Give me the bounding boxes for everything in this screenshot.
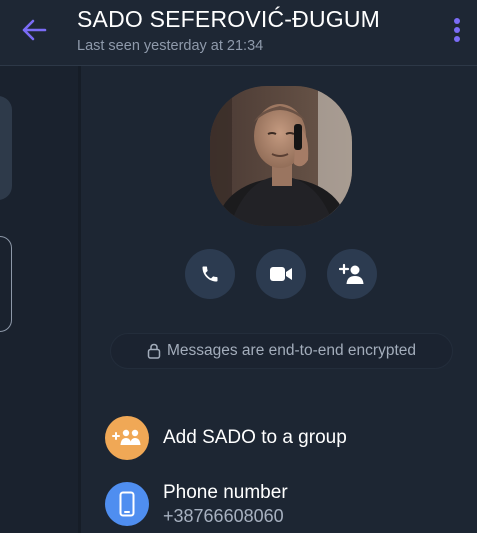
group-add-icon-badge xyxy=(105,416,149,460)
encryption-notice[interactable]: Messages are end-to-end encrypted xyxy=(110,333,453,369)
group-add-icon xyxy=(112,429,141,445)
add-to-group-item[interactable]: Add SADO to a group xyxy=(105,416,465,462)
mobile-phone-icon xyxy=(119,491,135,517)
add-person-icon xyxy=(339,263,364,284)
encryption-notice-text: Messages are end-to-end encrypted xyxy=(166,342,416,359)
quick-actions xyxy=(185,249,377,299)
add-participant-button[interactable] xyxy=(327,249,377,299)
more-vertical-icon xyxy=(454,18,460,42)
avatar-photo xyxy=(210,86,352,226)
panel-divider xyxy=(78,66,81,533)
arrow-left-icon xyxy=(22,19,47,41)
add-to-group-label: Add SADO to a group xyxy=(163,427,347,448)
video-camera-icon xyxy=(270,267,292,281)
back-button[interactable] xyxy=(18,14,50,46)
contact-name[interactable]: SADO SEFEROVIĆ-ĐUGUM xyxy=(77,6,380,33)
chat-header: SADO SEFEROVIĆ-ĐUGUM Last seen yesterday… xyxy=(0,0,477,66)
video-call-button[interactable] xyxy=(256,249,306,299)
phone-number-value[interactable]: +38766608060 xyxy=(163,506,284,527)
phone-number-item[interactable]: Phone number +38766608060 xyxy=(105,482,465,530)
phone-number-label: Phone number xyxy=(163,482,288,503)
side-panel-card-outlined[interactable] xyxy=(0,236,12,332)
more-options-button[interactable] xyxy=(446,14,468,46)
side-panel-card[interactable] xyxy=(0,96,12,200)
voice-call-button[interactable] xyxy=(185,249,235,299)
contact-avatar[interactable] xyxy=(210,86,352,226)
mobile-phone-icon-badge xyxy=(105,482,149,526)
last-seen-status: Last seen yesterday at 21:34 xyxy=(77,38,264,54)
lock-icon xyxy=(147,343,161,359)
phone-icon xyxy=(202,266,218,282)
